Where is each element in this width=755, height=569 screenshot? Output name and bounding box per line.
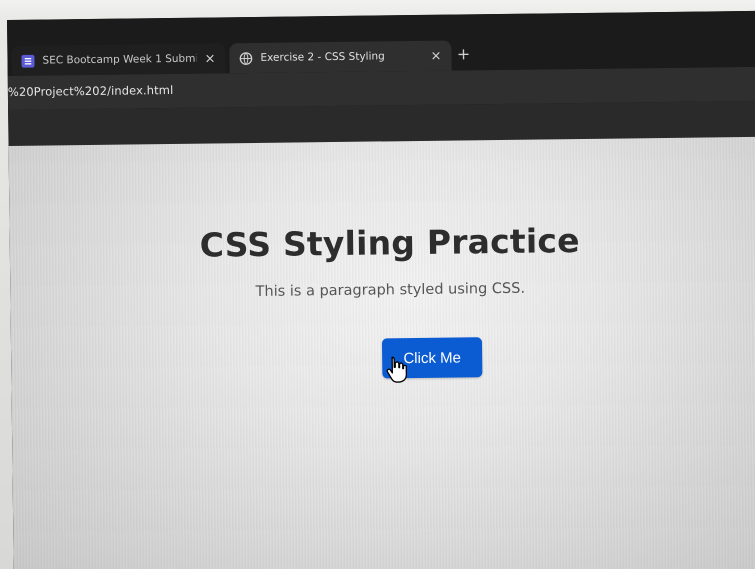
tab-title: SEC Bootcamp Week 1 Submissi [42, 52, 197, 67]
close-icon[interactable]: × [430, 48, 441, 63]
page-content: CSS Styling Practice This is a paragraph… [9, 137, 755, 569]
tab-strip: SEC Bootcamp Week 1 Submissi × Exercise … [7, 10, 755, 76]
tab-title: Exercise 2 - CSS Styling [260, 50, 385, 64]
page-paragraph: This is a paragraph styled using CSS. [255, 280, 526, 300]
tab-sec-bootcamp[interactable]: SEC Bootcamp Week 1 Submissi × [11, 43, 226, 76]
forms-icon [21, 54, 35, 68]
hand-pointer-icon [386, 356, 408, 383]
photo-frame: SEC Bootcamp Week 1 Submissi × Exercise … [0, 0, 755, 569]
page-title: CSS Styling Practice [199, 221, 580, 265]
page-viewport: CSS Styling Practice This is a paragraph… [8, 136, 755, 569]
monitor-screen: SEC Bootcamp Week 1 Submissi × Exercise … [7, 10, 755, 569]
url-text: %20Project%202/index.html [7, 82, 174, 99]
new-tab-button[interactable]: + [453, 43, 473, 63]
globe-icon [239, 51, 253, 65]
close-icon[interactable]: × [204, 51, 215, 66]
tab-exercise-2[interactable]: Exercise 2 - CSS Styling × [229, 40, 452, 74]
